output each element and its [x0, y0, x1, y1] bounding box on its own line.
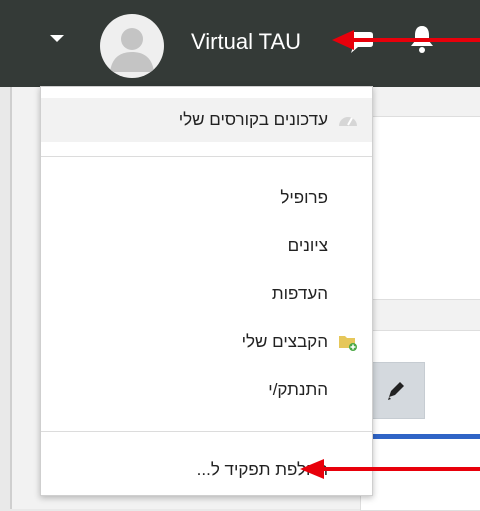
avatar[interactable] [100, 14, 164, 78]
folder-add-icon [339, 336, 357, 351]
menu-item-logout[interactable]: התנתק/י [41, 368, 372, 412]
content-card [360, 116, 480, 300]
annotation-arrow [300, 459, 480, 479]
page-edge [10, 87, 12, 509]
menu-item-profile[interactable]: פרופיל [41, 176, 372, 220]
edit-button[interactable] [370, 362, 425, 419]
menu-item-label: פרופיל [280, 188, 328, 207]
dashboard-icon [339, 117, 357, 126]
menu-item-label: הקבצים שלי [241, 332, 328, 351]
menu-item-label: ציונים [287, 236, 328, 255]
menu-divider [41, 431, 372, 432]
accent-line [370, 434, 480, 439]
user-dropdown-menu: עדכונים בקורסים שלי פרופיל ציונים העדפות… [40, 86, 373, 496]
annotation-arrow [332, 30, 480, 50]
pencil-icon [388, 382, 404, 400]
menu-item-label: עדכונים בקורסים שלי [178, 110, 328, 129]
menu-divider [41, 156, 372, 157]
top-navbar: Virtual TAU [0, 0, 480, 87]
user-name[interactable]: Virtual TAU [191, 29, 301, 55]
content-card [360, 330, 480, 511]
menu-item-my-files[interactable]: הקבצים שלי [41, 320, 372, 364]
menu-item-course-updates[interactable]: עדכונים בקורסים שלי [41, 98, 372, 142]
user-silhouette-icon [110, 28, 154, 72]
caret-down-icon[interactable] [50, 33, 64, 43]
menu-item-preferences[interactable]: העדפות [41, 272, 372, 316]
menu-item-label: התנתק/י [268, 380, 328, 399]
menu-item-label: העדפות [271, 284, 328, 303]
menu-item-grades[interactable]: ציונים [41, 224, 372, 268]
